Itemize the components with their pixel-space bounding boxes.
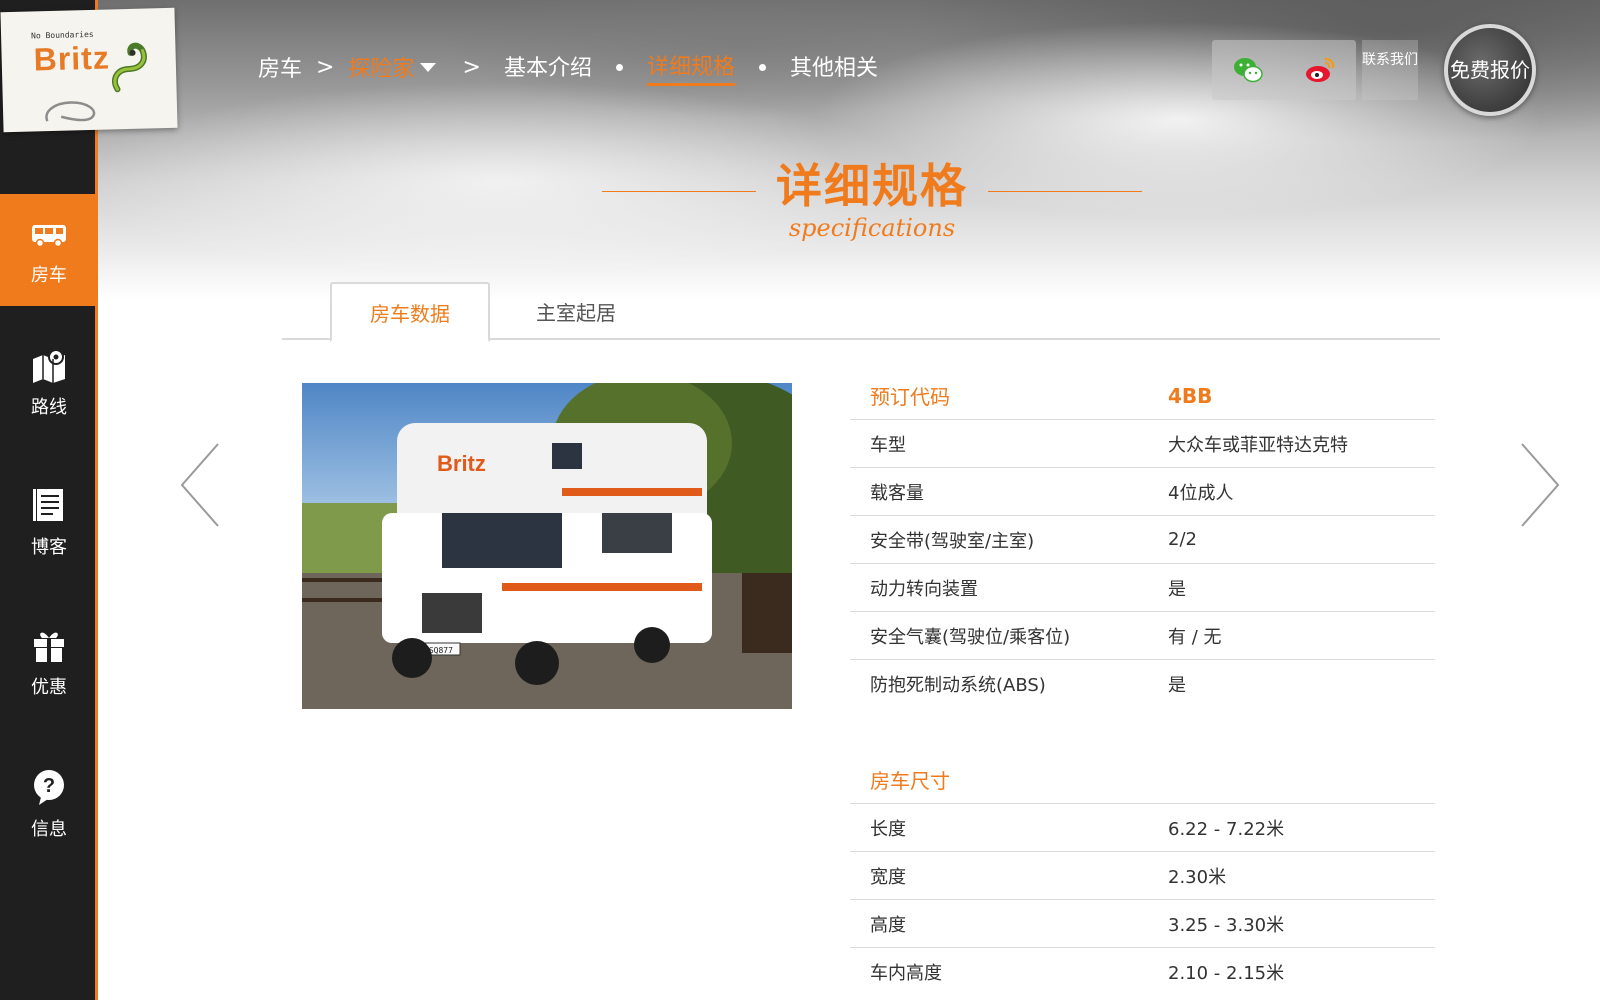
table-row: 防抱死制动系统(ABS) 是 [850,660,1435,708]
map-pin-icon [33,349,65,383]
spec-key: 动力转向装置 [870,578,978,600]
table-row: 长度 6.22 - 7.22米 [850,804,1435,852]
question-icon: ? [34,770,64,805]
section-title-en: specifications [788,214,956,242]
section-nav-other[interactable]: 其他相关 [790,50,878,84]
social-links [1212,40,1356,100]
spec-key: 高度 [870,914,906,936]
sidebar-item-route[interactable]: 路线 [0,326,98,438]
gecko-icon [111,42,147,93]
weibo-icon[interactable] [1303,53,1337,87]
spec-value: 大众车或菲亚特达克特 [1168,434,1348,456]
sidebar-item-offers[interactable]: 优惠 [0,606,98,718]
spec-tabs: 房车数据 主室起居 [282,282,1440,342]
table-row: 安全气囊(驾驶位/乘客位) 有 / 无 [850,612,1435,660]
section-title-cn: 详细规格 [776,159,968,213]
gift-icon [34,632,64,662]
spec-key: 防抱死制动系统(ABS) [870,675,1046,696]
breadcrumb: 房车 > 探险家 > [258,51,495,83]
spec-key: 长度 [870,818,906,840]
britz-logo[interactable]: No Boundaries Britz [0,7,178,133]
title-divider-left [602,191,756,192]
title-divider-right [988,191,1142,192]
spec-table-head: 预订代码 4BB [850,372,1435,420]
van-brand-text: Britz [437,451,486,476]
spec-key: 车型 [870,434,906,456]
previous-arrow-icon[interactable] [178,440,228,530]
spec-key: 安全气囊(驾驶位/乘客位) [870,626,1071,648]
spec-table-dimensions: 房车尺寸 长度 6.22 - 7.22米 宽度 2.30米 高度 3.25 - … [850,756,1435,996]
section-title: 详细规格 specifications [602,150,1142,242]
section-nav-specs[interactable]: 详细规格 [647,49,736,86]
sidebar: 房车 路线 博客 优惠 ? 信息 [0,0,98,1000]
table-row: 动力转向装置 是 [850,564,1435,612]
sidebar-item-blog[interactable]: 博客 [0,466,98,578]
spec-value: 3.25 - 3.30米 [1168,914,1285,936]
tab-living-area[interactable]: 主室起居 [496,282,656,340]
notes-icon [33,489,63,521]
breadcrumb-separator: > [462,54,481,80]
sidebar-item-label: 博客 [31,537,67,558]
spec-value: 2/2 [1168,529,1197,550]
sidebar-item-info[interactable]: ? 信息 [0,748,98,860]
table-row: 安全带(驾驶室/主室) 2/2 [850,516,1435,564]
spec-value: 4位成人 [1168,482,1234,504]
nav-dot-divider [616,63,624,71]
table-row: 宽度 2.30米 [850,852,1435,900]
tab-vehicle-data[interactable]: 房车数据 [330,282,490,342]
contact-us-link[interactable]: 联系我们 [1362,40,1418,100]
free-quote-button[interactable]: 免费报价 [1444,24,1536,116]
table-row: 载客量 4位成人 [850,468,1435,516]
sidebar-item-campervan[interactable]: 房车 [0,194,98,306]
spec-key: 载客量 [870,482,924,504]
campervan-icon [32,225,66,248]
chevron-down-icon[interactable] [420,62,437,72]
sidebar-item-label: 优惠 [31,677,67,698]
campervan-photo: Britz FSQ877 [302,383,792,709]
logo-brand: Britz [33,39,111,78]
table-row: 高度 3.25 - 3.30米 [850,900,1435,948]
booking-code-value: 4BB [1168,383,1213,408]
spec-key: 安全带(驾驶室/主室) [870,530,1035,552]
spec-value: 有 / 无 [1168,626,1222,648]
logo-tagline: No Boundaries [30,29,94,41]
sidebar-item-label: 信息 [31,819,67,840]
nav-dot-divider [759,63,767,71]
section-nav: 基本介绍 详细规格 其他相关 [504,50,878,86]
wechat-icon[interactable] [1231,53,1265,87]
table-row: 车型 大众车或菲亚特达克特 [850,420,1435,468]
spec-key: 车内高度 [870,963,942,984]
section-nav-overview[interactable]: 基本介绍 [504,50,592,84]
table-row: 车内高度 2.10 - 2.15米 [850,948,1435,996]
svg-text:?: ? [43,775,55,797]
breadcrumb-separator: > [316,54,335,80]
spec-value: 6.22 - 7.22米 [1168,818,1285,840]
spec-table-head: 房车尺寸 [850,756,1435,804]
dimensions-heading: 房车尺寸 [870,769,950,793]
spec-value: 是 [1168,675,1186,696]
breadcrumb-root[interactable]: 房车 [258,51,302,83]
spec-value: 是 [1168,578,1186,600]
sidebar-item-label: 路线 [31,397,67,418]
booking-code-label: 预订代码 [870,385,950,409]
spec-table-general: 预订代码 4BB 车型 大众车或菲亚特达克特 载客量 4位成人 安全带(驾驶室/… [850,372,1435,708]
spec-value: 2.10 - 2.15米 [1168,963,1285,984]
next-arrow-icon[interactable] [1512,440,1562,530]
paperclip-icon [45,101,96,122]
spec-value: 2.30米 [1168,866,1227,888]
breadcrumb-current[interactable]: 探险家 [348,51,414,83]
spec-key: 宽度 [870,866,906,888]
sidebar-item-label: 房车 [31,265,67,286]
